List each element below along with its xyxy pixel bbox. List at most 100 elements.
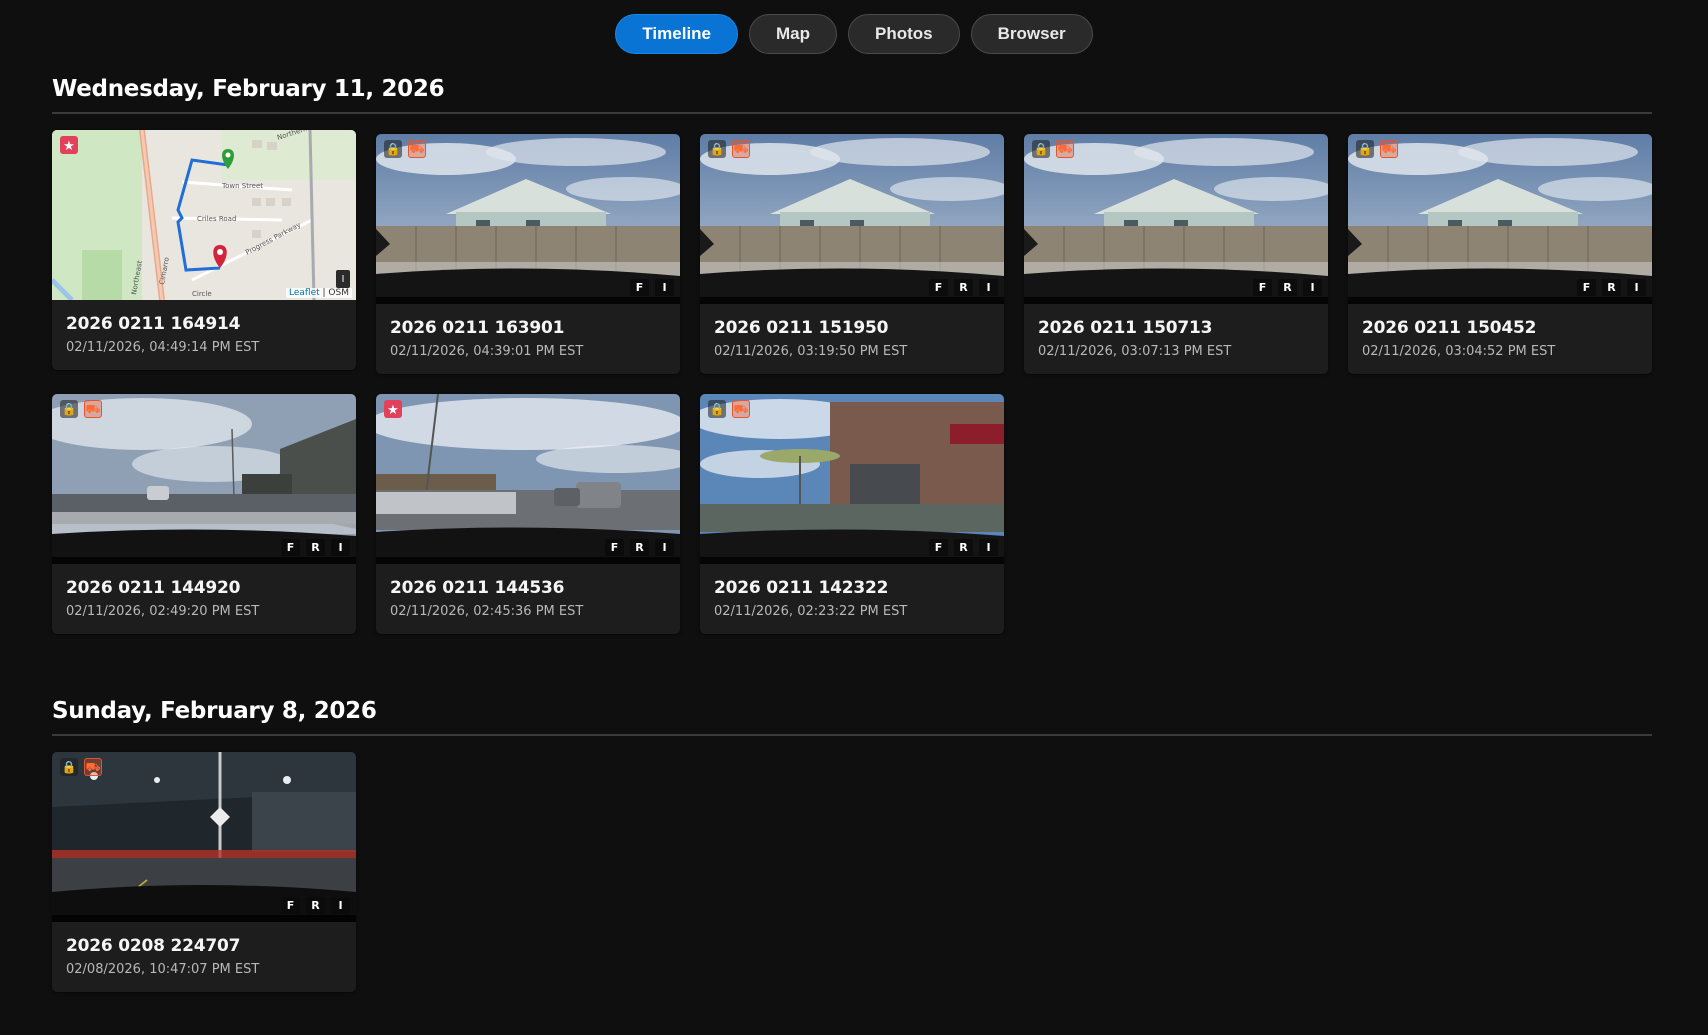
video-thumbnail[interactable]: 🔒 ⛟ F R I bbox=[52, 394, 356, 564]
map-street-label: Town Street bbox=[221, 182, 263, 190]
dashcam-overlay-strip bbox=[700, 557, 1004, 564]
camera-channel-i[interactable]: I bbox=[1303, 279, 1322, 296]
view-tabs: Timeline Map Photos Browser bbox=[0, 14, 1708, 54]
video-thumbnail[interactable]: 🔒 ⛟ F I bbox=[376, 134, 680, 304]
tab-map[interactable]: Map bbox=[749, 14, 837, 54]
video-thumbnail[interactable]: 🔒 ⛟ F R I bbox=[52, 752, 356, 922]
camera-channel-f[interactable]: F bbox=[929, 539, 948, 556]
day-section-feb-11: Wednesday, February 11, 2026 Town Street… bbox=[52, 76, 1652, 634]
clip-info: 2026 0211 163901 02/11/2026, 04:39:01 PM … bbox=[376, 304, 680, 374]
clip-title: 2026 0211 150713 bbox=[1038, 318, 1213, 338]
tab-browser[interactable]: Browser bbox=[970, 14, 1093, 54]
camera-channel-f[interactable]: F bbox=[281, 897, 300, 914]
camera-channel-f[interactable]: F bbox=[1577, 279, 1596, 296]
day-heading: Wednesday, February 11, 2026 bbox=[52, 76, 1652, 114]
camera-channel-r[interactable]: R bbox=[954, 279, 973, 296]
car-icon: ⛟ bbox=[1056, 140, 1074, 158]
map-street-label: Criles Road bbox=[197, 215, 236, 223]
clip-title: 2026 0211 144536 bbox=[390, 578, 565, 598]
camera-channels: FI bbox=[630, 279, 674, 296]
clip-grid: 🔒 ⛟ F R I 2026 0208 224707 02/08/2026, 10:47:0… bbox=[52, 752, 1652, 992]
car-icon: ⛟ bbox=[1380, 140, 1398, 158]
camera-channel-i[interactable]: I bbox=[979, 279, 998, 296]
car-icon: ⛟ bbox=[732, 140, 750, 158]
clip-card[interactable]: Town Street Criles Road Progress Parkway… bbox=[52, 130, 356, 370]
video-thumbnail[interactable]: 🔒 ⛟ F R I bbox=[1348, 134, 1652, 304]
clip-badges: 🔒 ⛟ bbox=[708, 400, 750, 418]
camera-channel-f[interactable]: F bbox=[929, 279, 948, 296]
camera-channel-r[interactable]: R bbox=[1602, 279, 1621, 296]
camera-channel-i[interactable]: I bbox=[1627, 279, 1646, 296]
clip-info: 2026 0211 150452 02/11/2026, 03:04:52 PM … bbox=[1348, 304, 1652, 374]
clip-timestamp: 02/11/2026, 03:07:13 PM EST bbox=[1038, 344, 1232, 359]
clip-card[interactable]: ★ F R I 2026 0211 144536 02/11/2026, 02:45:36… bbox=[376, 394, 680, 634]
lock-icon: 🔒 bbox=[708, 400, 726, 418]
clip-grid: Town Street Criles Road Progress Parkway… bbox=[52, 130, 1652, 634]
lock-icon: 🔒 bbox=[60, 758, 78, 776]
clip-timestamp: 02/11/2026, 02:49:20 PM EST bbox=[66, 604, 260, 619]
clip-title: 2026 0208 224707 bbox=[66, 936, 241, 956]
clip-timestamp: 02/11/2026, 04:39:01 PM EST bbox=[390, 344, 584, 359]
camera-channels: FRI bbox=[281, 897, 350, 914]
car-icon: ⛟ bbox=[84, 758, 102, 776]
video-thumbnail[interactable]: 🔒 ⛟ F R I bbox=[700, 394, 1004, 564]
map-layer-control[interactable]: I bbox=[336, 270, 350, 288]
clip-title: 2026 0211 150452 bbox=[1362, 318, 1537, 338]
camera-channel-i[interactable]: I bbox=[655, 539, 674, 556]
clip-card[interactable]: 🔒 ⛟ F R I 2026 0211 151950 02/11/2026, 03:19:5… bbox=[700, 134, 1004, 374]
camera-channel-i[interactable]: I bbox=[655, 279, 674, 296]
clip-badges: 🔒 ⛟ bbox=[708, 140, 750, 158]
dashcam-overlay-strip bbox=[376, 297, 680, 304]
clip-timestamp: 02/11/2026, 02:23:22 PM EST bbox=[714, 604, 908, 619]
video-thumbnail[interactable]: 🔒 ⛟ F R I bbox=[700, 134, 1004, 304]
clip-card[interactable]: 🔒 ⛟ F R I 2026 0211 150713 02/11/2026, 03:07:1… bbox=[1024, 134, 1328, 374]
clip-info: 2026 0211 142322 02/11/2026, 02:23:22 PM … bbox=[700, 564, 1004, 634]
star-icon: ★ bbox=[384, 400, 402, 418]
camera-channel-f[interactable]: F bbox=[630, 279, 649, 296]
camera-channel-f[interactable]: F bbox=[281, 539, 300, 556]
camera-channel-i[interactable]: I bbox=[331, 897, 350, 914]
car-icon: ⛟ bbox=[408, 140, 426, 158]
clip-info: 2026 0211 150713 02/11/2026, 03:07:13 PM … bbox=[1024, 304, 1328, 374]
camera-channel-r[interactable]: R bbox=[306, 897, 325, 914]
clip-info: 2026 0211 144536 02/11/2026, 02:45:36 PM … bbox=[376, 564, 680, 634]
clip-info: 2026 0211 144920 02/11/2026, 02:49:20 PM … bbox=[52, 564, 356, 634]
clip-info: 2026 0211 151950 02/11/2026, 03:19:50 PM … bbox=[700, 304, 1004, 374]
video-thumbnail[interactable]: 🔒 ⛟ F R I bbox=[1024, 134, 1328, 304]
clip-timestamp: 02/08/2026, 10:47:07 PM EST bbox=[66, 962, 260, 977]
clip-card[interactable]: 🔒 ⛟ F R I 2026 0208 224707 02/08/2026, 10:47:0… bbox=[52, 752, 356, 992]
dashcam-overlay-strip bbox=[1024, 297, 1328, 304]
camera-channel-r[interactable]: R bbox=[306, 539, 325, 556]
camera-channel-r[interactable]: R bbox=[954, 539, 973, 556]
clip-title: 2026 0211 164914 bbox=[66, 314, 241, 334]
lock-icon: 🔒 bbox=[60, 400, 78, 418]
camera-channels: FRI bbox=[281, 539, 350, 556]
camera-channel-r[interactable]: R bbox=[1278, 279, 1297, 296]
tab-timeline[interactable]: Timeline bbox=[615, 14, 738, 54]
clip-card[interactable]: 🔒 ⛟ F R I 2026 0211 150452 02/11/2026, 03:04:5… bbox=[1348, 134, 1652, 374]
dashcam-overlay-strip bbox=[52, 915, 356, 922]
clip-card[interactable]: 🔒 ⛟ F R I 2026 0211 144920 02/11/2026, 02:49:2… bbox=[52, 394, 356, 634]
clip-badges: 🔒 ⛟ bbox=[60, 758, 102, 776]
tab-photos[interactable]: Photos bbox=[848, 14, 960, 54]
map-street-label: Circle bbox=[192, 290, 212, 298]
clip-card[interactable]: 🔒 ⛟ F I 2026 0211 163901 02/11/2026, 04:39:01… bbox=[376, 134, 680, 374]
video-thumbnail[interactable]: ★ F R I bbox=[376, 394, 680, 564]
camera-channel-f[interactable]: F bbox=[1253, 279, 1272, 296]
lock-icon: 🔒 bbox=[1356, 140, 1374, 158]
lock-icon: 🔒 bbox=[1032, 140, 1050, 158]
camera-channel-r[interactable]: R bbox=[630, 539, 649, 556]
clip-card[interactable]: 🔒 ⛟ F R I 2026 0211 142322 02/11/2026, 02:23:2… bbox=[700, 394, 1004, 634]
camera-channel-i[interactable]: I bbox=[979, 539, 998, 556]
camera-channel-i[interactable]: I bbox=[331, 539, 350, 556]
lock-icon: 🔒 bbox=[384, 140, 402, 158]
route-map-thumbnail[interactable]: Town Street Criles Road Progress Parkway… bbox=[52, 130, 356, 300]
clip-badges: ★ bbox=[60, 136, 78, 154]
car-icon: ⛟ bbox=[732, 400, 750, 418]
dashcam-overlay-strip bbox=[376, 557, 680, 564]
camera-channel-f[interactable]: F bbox=[605, 539, 624, 556]
star-icon: ★ bbox=[60, 136, 78, 154]
clip-timestamp: 02/11/2026, 03:19:50 PM EST bbox=[714, 344, 908, 359]
leaflet-link[interactable]: Leaflet bbox=[289, 288, 320, 298]
dashcam-overlay-strip bbox=[700, 297, 1004, 304]
